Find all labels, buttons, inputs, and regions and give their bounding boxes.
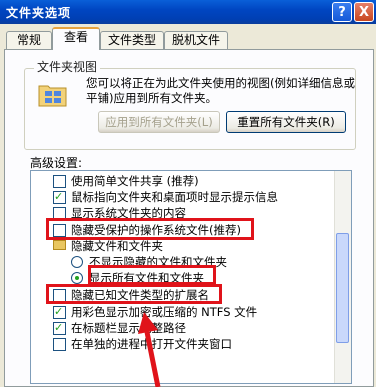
list-item[interactable]: 使用简单文件共享 (推荐) <box>31 173 331 189</box>
help-button[interactable]: ? <box>332 2 352 22</box>
checkbox[interactable] <box>53 189 66 205</box>
window-title: 文件夹选项 <box>6 6 72 20</box>
title-bar[interactable]: 文件夹选项 ? X <box>0 0 376 24</box>
close-button[interactable]: X <box>354 2 374 22</box>
folder-view-description: 您可以将正在为此文件夹使用的视图(例如详细信息或平铺)应用到所有文件夹。 <box>86 76 355 105</box>
highlight-box-show-all-files <box>88 265 216 285</box>
highlight-box-protected-files <box>46 218 254 240</box>
highlight-box-extensions <box>46 284 222 304</box>
radio-button[interactable] <box>71 272 83 284</box>
tab-file-types[interactable]: 文件类型 <box>100 31 164 49</box>
list-item[interactable]: 在标题栏显示完整路径 <box>31 320 331 336</box>
tab-view[interactable]: 查看 <box>52 27 100 50</box>
list-item[interactable]: 在单独的进程中打开文件夹窗口 <box>31 336 331 352</box>
list-item[interactable]: 用彩色显示加密或压缩的 NTFS 文件 <box>31 304 331 320</box>
checkbox[interactable] <box>53 320 66 336</box>
advanced-settings-label: 高级设置: <box>30 156 83 170</box>
list-item: 隐藏文件和文件夹 <box>31 238 331 254</box>
folder-view-title: 文件夹视图 <box>34 58 101 75</box>
tab-general[interactable]: 常规 <box>6 31 52 49</box>
folder-icon <box>53 240 66 250</box>
red-arrow-icon <box>138 312 161 387</box>
checkbox[interactable] <box>53 338 66 351</box>
radio-button[interactable] <box>71 256 83 268</box>
reset-all-folders-button[interactable]: 重置所有文件夹(R) <box>226 111 346 133</box>
list-item[interactable]: 鼠标指向文件夹和桌面项时显示提示信息 <box>31 189 331 205</box>
tab-strip: 常规 查看 文件类型 脱机文件 <box>0 26 376 50</box>
tab-offline-files[interactable]: 脱机文件 <box>164 31 228 49</box>
scrollbar-thumb[interactable] <box>336 233 349 343</box>
folder-view-icon <box>38 80 68 108</box>
checkbox[interactable] <box>53 175 66 188</box>
checkbox[interactable] <box>53 304 66 320</box>
apply-to-all-folders-button[interactable]: 应用到所有文件夹(L) <box>98 111 220 133</box>
scrollbar[interactable] <box>334 171 351 383</box>
